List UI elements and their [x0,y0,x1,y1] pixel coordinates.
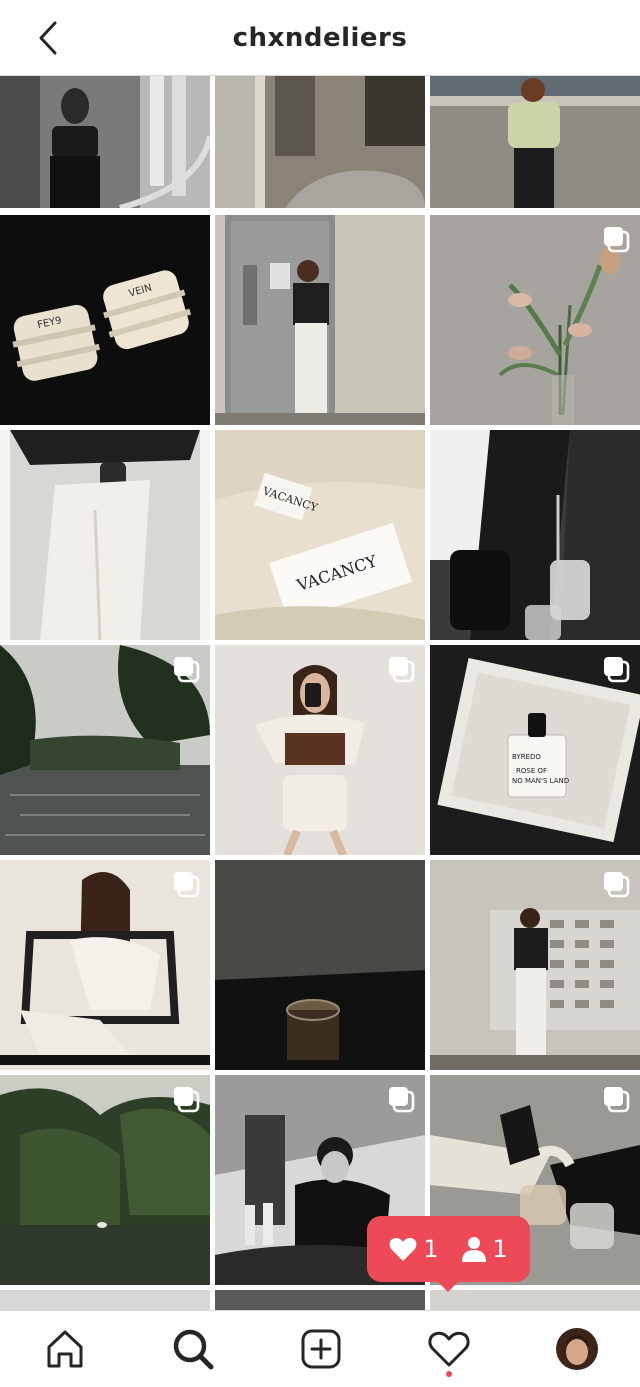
post-image [215,860,425,1070]
activity-notification-bubble[interactable]: 1 1 [367,1216,530,1292]
post-thumbnail[interactable]: FEY9 VEIN [0,215,210,425]
post-image [430,76,640,208]
post-thumbnail[interactable] [0,430,210,640]
activity-indicator-dot [446,1371,452,1377]
tab-home[interactable] [20,1311,110,1387]
post-image [215,215,425,425]
multiple-photos-icon [604,1087,630,1113]
post-thumbnail[interactable] [430,1290,640,1310]
top-header: chxndeliers [0,0,640,76]
post-image: VACANCY VACANCY [215,430,425,640]
multiple-photos-icon [174,657,200,683]
likes-count-group: 1 [389,1235,439,1263]
heart-icon [389,1237,417,1261]
post-thumbnail[interactable] [0,76,210,208]
post-thumbnail[interactable] [0,1290,210,1310]
home-icon [47,1330,83,1368]
post-thumbnail[interactable] [430,860,640,1070]
post-image: FEY9 VEIN [0,215,210,425]
tab-activity[interactable] [404,1311,494,1387]
tab-new-post[interactable] [276,1311,366,1387]
multiple-photos-icon [174,872,200,898]
add-post-icon [301,1329,341,1369]
followers-count-group: 1 [461,1235,508,1263]
multiple-photos-icon [389,657,415,683]
svg-text:ROSE OF: ROSE OF [516,767,547,775]
post-thumbnail[interactable] [430,430,640,640]
post-thumbnail[interactable] [0,645,210,855]
post-thumbnail[interactable] [430,76,640,208]
post-image [0,76,210,208]
post-thumbnail[interactable]: BYREDO ROSE OF NO MAN'S LAND [430,645,640,855]
post-thumbnail[interactable]: VACANCY VACANCY [215,430,425,640]
post-thumbnail[interactable] [0,1075,210,1285]
multiple-photos-icon [604,872,630,898]
svg-text:NO MAN'S LAND: NO MAN'S LAND [512,777,569,785]
post-image [430,430,640,640]
post-thumbnail[interactable] [215,76,425,208]
multiple-photos-icon [604,657,630,683]
profile-avatar [556,1328,598,1370]
followers-count: 1 [492,1235,508,1263]
profile-username-title: chxndeliers [232,23,408,53]
search-icon [173,1329,214,1370]
post-thumbnail[interactable] [215,215,425,425]
bottom-tab-bar [0,1310,640,1387]
post-thumbnail[interactable] [430,215,640,425]
likes-count: 1 [423,1235,439,1263]
multiple-photos-icon [174,1087,200,1113]
posts-grid: FEY9 VEIN VACANCY VACANCY BYREDO ROSE OF… [0,76,640,1310]
person-icon [461,1237,486,1262]
bubble-pointer [437,1281,459,1292]
multiple-photos-icon [389,1087,415,1113]
tab-profile[interactable] [532,1311,622,1387]
multiple-photos-icon [604,227,630,253]
svg-text:BYREDO: BYREDO [512,753,541,761]
post-thumbnail[interactable] [215,1290,425,1310]
post-thumbnail[interactable] [0,860,210,1070]
post-thumbnail[interactable] [215,860,425,1070]
post-image [0,430,210,640]
post-thumbnail[interactable] [215,645,425,855]
tab-search[interactable] [148,1311,238,1387]
post-image [215,76,425,208]
activity-heart-icon [428,1331,470,1367]
